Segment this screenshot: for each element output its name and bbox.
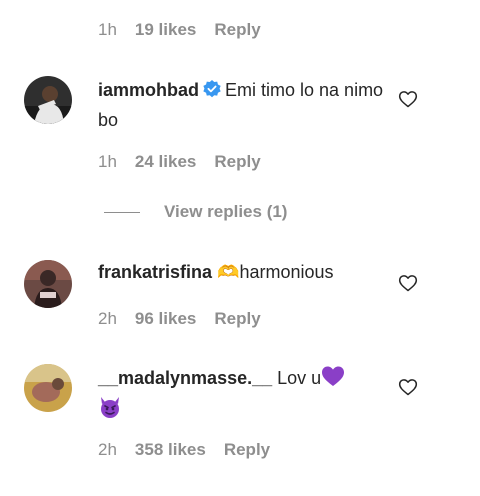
comment-username[interactable]: iammohbad	[98, 80, 199, 100]
reply-button[interactable]: Reply	[224, 440, 270, 460]
avatar[interactable]	[24, 260, 72, 308]
purple-heart-emoji	[321, 365, 345, 395]
comment-meta-row: 2h 358 likes Reply	[98, 440, 270, 460]
likes-count[interactable]: 358 likes	[135, 440, 206, 460]
likes-count[interactable]: 96 likes	[135, 309, 196, 329]
view-replies-button[interactable]: View replies (1)	[104, 202, 287, 222]
comment-body: iammohbad Emi timo lo na nimo bo	[98, 76, 388, 134]
verified-badge-icon	[203, 78, 221, 106]
comment-text: 🫶harmonious	[217, 262, 334, 282]
avatar[interactable]	[24, 364, 72, 412]
reply-button[interactable]: Reply	[214, 152, 260, 172]
heart-outline-icon[interactable]	[398, 89, 418, 109]
comment-text: Lov u	[277, 368, 322, 388]
heart-outline-icon[interactable]	[398, 273, 418, 293]
comment-time: 1h	[98, 152, 117, 171]
reply-button[interactable]: Reply	[214, 20, 260, 40]
likes-count[interactable]: 24 likes	[135, 152, 196, 172]
comment-username[interactable]: frankatrisfina	[98, 262, 212, 282]
comment-meta-row: 2h 96 likes Reply	[98, 309, 261, 329]
comment-username[interactable]: __madalynmasse.__	[98, 368, 272, 388]
divider	[104, 211, 140, 213]
view-replies-label: View replies (1)	[164, 202, 288, 221]
comment-meta-row: 1h 24 likes Reply	[98, 152, 261, 172]
heart-outline-icon[interactable]	[398, 377, 418, 397]
comment-meta-row: 1h 19 likes Reply	[98, 20, 261, 40]
comment-time: 1h	[98, 20, 117, 39]
likes-count[interactable]: 19 likes	[135, 20, 196, 40]
reply-button[interactable]: Reply	[214, 309, 260, 329]
avatar[interactable]	[24, 76, 72, 124]
comment-time: 2h	[98, 440, 117, 459]
smiling-devil-emoji	[98, 395, 122, 427]
comment-time: 2h	[98, 309, 117, 328]
comment-body: __madalynmasse.__ Lov u	[98, 364, 388, 427]
comment-body: frankatrisfina 🫶harmonious	[98, 258, 388, 286]
